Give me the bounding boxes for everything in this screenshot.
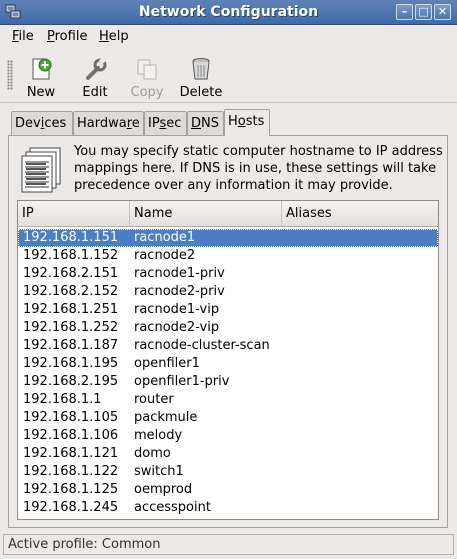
hosts-description: You may specify static computer hostname… [74, 144, 443, 193]
hosts-file-icon [21, 147, 61, 193]
new-document-icon [32, 58, 52, 80]
table-row[interactable]: 192.168.1.121 domo [18, 445, 438, 463]
table-row[interactable]: 192.168.1.152 racnode2 [18, 247, 438, 265]
ip-cell: 192.168.1.106 [23, 428, 119, 443]
delete-button-label: Delete [179, 85, 223, 100]
table-row[interactable]: 192.168.2.152 racnode2-priv [18, 283, 438, 301]
toolbar: New Edit Copy Delete [0, 50, 457, 102]
name-cell: accesspoint [134, 500, 211, 515]
table-row[interactable]: 192.168.1.195 openfiler1 [18, 355, 438, 373]
name-cell: openfiler1 [134, 356, 200, 371]
name-cell: racnode1 [134, 230, 196, 245]
ip-cell: 192.168.1.121 [23, 446, 119, 461]
table-row[interactable]: 192.168.1.125 oemprod [18, 481, 438, 499]
close-button[interactable]: ✕ [434, 4, 451, 20]
edit-button-label: Edit [82, 85, 108, 100]
name-cell: packmule [134, 410, 198, 425]
tab-devices-label: Devices [15, 116, 67, 131]
table-row[interactable]: 192.168.1.151 racnode1 [18, 229, 438, 247]
name-cell: oemprod [134, 482, 193, 497]
name-cell: racnode2 [134, 248, 196, 263]
table-row[interactable]: 192.168.1.245 accesspoint [18, 499, 438, 517]
name-cell: racnode1-priv [134, 266, 225, 281]
tab-ipsec-label: IPsec [148, 116, 182, 131]
column-header-ip[interactable]: IP [18, 201, 129, 226]
table-row[interactable]: 192.168.1.187 racnode-cluster-scan [18, 337, 438, 355]
new-button-label: New [26, 85, 56, 100]
toolbar-grip[interactable] [7, 60, 13, 90]
name-cell: router [134, 392, 174, 407]
trash-icon [192, 58, 210, 80]
menu-profile-label: rofile [54, 29, 88, 44]
copy-button-label: Copy [130, 85, 164, 100]
menu-help-label: elp [108, 29, 129, 44]
ip-cell: 192.168.2.152 [23, 284, 119, 299]
tab-hardware[interactable]: Hardware [73, 111, 144, 135]
name-cell: racnode1-vip [134, 302, 220, 317]
menu-bar: File Profile Help [0, 25, 457, 49]
name-cell: openfiler1-priv [134, 374, 230, 389]
ip-cell: 192.168.1.151 [23, 230, 119, 245]
menu-profile[interactable]: Profile [47, 29, 87, 44]
hosts-table[interactable]: IP Name Aliases 192.168.1.151 racnode1 192… [17, 200, 439, 520]
name-cell: switch1 [134, 464, 184, 479]
ip-cell: 192.168.1.105 [23, 410, 119, 425]
ip-cell: 192.168.1.245 [23, 500, 119, 515]
name-cell: racnode2-vip [134, 320, 220, 335]
edit-button[interactable]: Edit [71, 54, 119, 100]
tab-hardware-label: Hardware [77, 116, 140, 131]
table-row[interactable]: 192.168.1.252 racnode2-vip [18, 319, 438, 337]
name-cell: domo [134, 446, 171, 461]
menu-help[interactable]: Help [99, 29, 129, 44]
status-bar: Active profile: Common [3, 534, 454, 555]
column-header-name[interactable]: Name [129, 201, 281, 226]
wrench-icon [86, 56, 107, 80]
ip-cell: 192.168.1.251 [23, 302, 119, 317]
copy-button[interactable]: Copy [123, 54, 171, 100]
toolbar-separator [0, 102, 457, 103]
maximize-button[interactable]: □ [415, 4, 432, 20]
ip-cell: 192.168.2.195 [23, 374, 119, 389]
table-row[interactable]: 192.168.2.151 racnode1-priv [18, 265, 438, 283]
ip-cell: 192.168.1.187 [23, 338, 119, 353]
name-cell: racnode2-priv [134, 284, 225, 299]
tab-hosts[interactable]: Hosts [224, 109, 270, 136]
window-title: Network Configuration [138, 4, 319, 20]
tab-ipsec[interactable]: IPsec [144, 111, 187, 135]
new-button[interactable]: New [17, 54, 65, 100]
table-row[interactable]: 192.168.1.105 packmule [18, 409, 438, 427]
table-header: IP Name Aliases [18, 201, 438, 227]
column-header-aliases[interactable]: Aliases [281, 201, 438, 226]
tab-hosts-label: Hosts [228, 114, 265, 129]
table-row[interactable]: 192.168.2.195 openfiler1-priv [18, 373, 438, 391]
title-bar: Network Configuration – □ ✕ [0, 0, 457, 25]
ip-cell: 192.168.2.151 [23, 266, 119, 281]
minimize-button[interactable]: – [396, 4, 413, 20]
ip-cell: 192.168.1.252 [23, 320, 119, 335]
table-row[interactable]: 192.168.1.122 switch1 [18, 463, 438, 481]
table-body: 192.168.1.151 racnode1 192.168.1.152 racnod… [18, 229, 438, 517]
table-row[interactable]: 192.168.1.251 racnode1-vip [18, 301, 438, 319]
name-cell: melody [134, 428, 183, 443]
ip-cell: 192.168.1.195 [23, 356, 119, 371]
ip-cell: 192.168.1.122 [23, 464, 119, 479]
delete-button[interactable]: Delete [177, 54, 225, 100]
tab-dns-label: DNS [191, 116, 219, 131]
ip-cell: 192.168.1.1 [23, 392, 102, 407]
menu-file[interactable]: File [12, 29, 34, 44]
ip-cell: 192.168.1.125 [23, 482, 119, 497]
ip-cell: 192.168.1.152 [23, 248, 119, 263]
table-row[interactable]: 192.168.1.106 melody [18, 427, 438, 445]
tab-devices[interactable]: Devices [11, 111, 73, 135]
name-cell: racnode-cluster-scan [134, 338, 270, 353]
table-row[interactable]: 192.168.1.1 router [18, 391, 438, 409]
tab-dns[interactable]: DNS [187, 111, 224, 135]
copy-icon [137, 59, 157, 80]
menu-file-label: ile [18, 29, 34, 44]
